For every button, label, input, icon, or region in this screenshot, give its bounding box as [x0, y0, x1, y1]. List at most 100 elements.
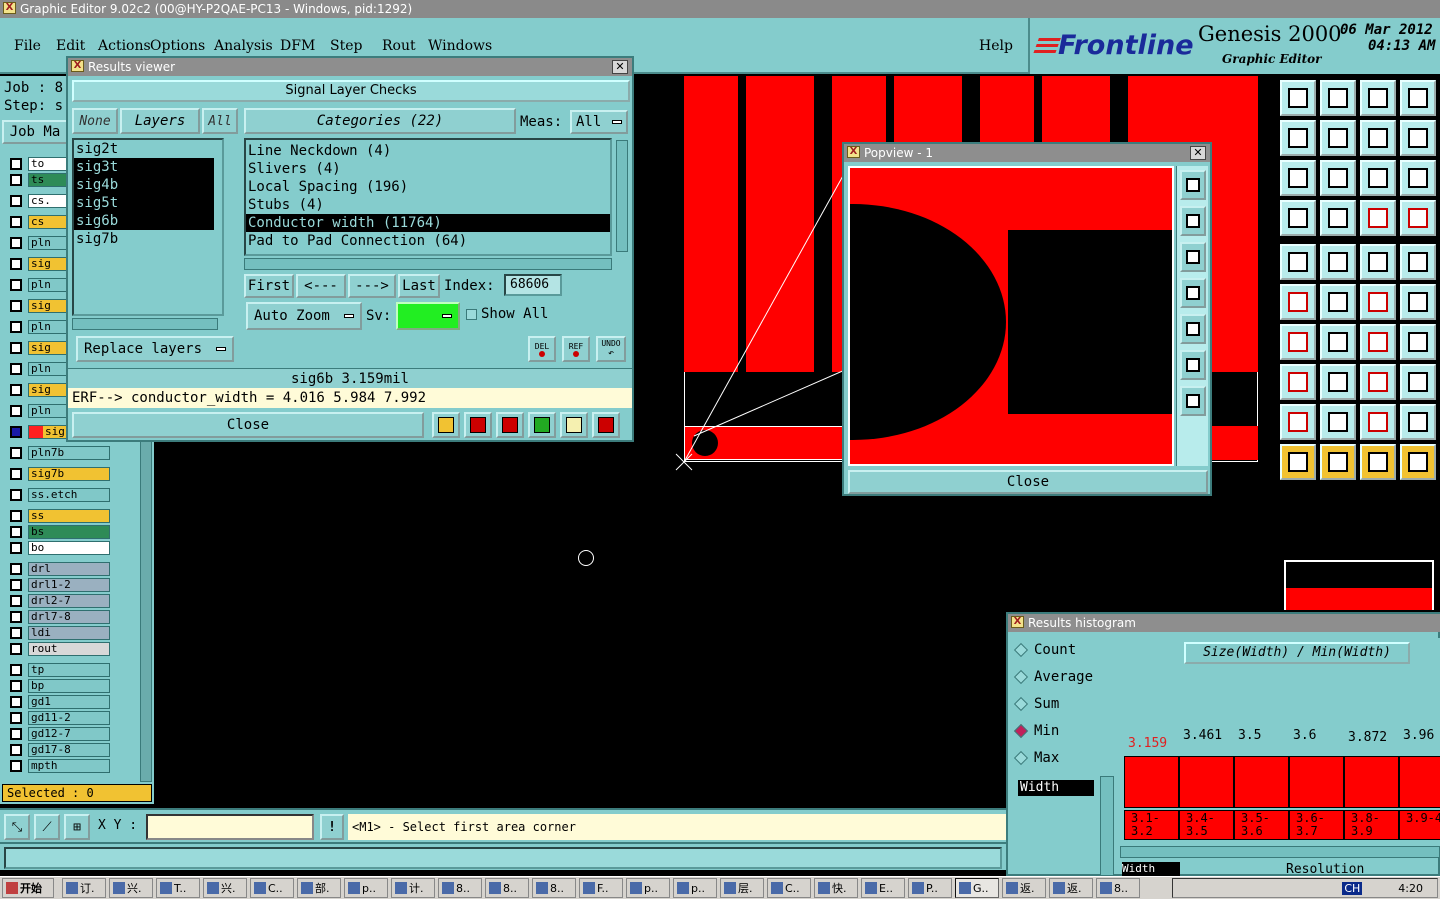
layer-checkbox[interactable] — [10, 321, 22, 333]
taskbar-item[interactable]: 兴. — [109, 878, 153, 898]
diagonal-icon[interactable] — [1320, 324, 1356, 360]
layer-checkbox[interactable] — [10, 744, 22, 756]
taskbar-item[interactable]: 计. — [391, 878, 435, 898]
histogram-field[interactable]: Width — [1018, 780, 1094, 796]
rv-layer-item[interactable]: sig5t — [74, 194, 214, 212]
shapes-icon[interactable] — [1400, 364, 1436, 400]
hist-option-count[interactable]: Count — [1013, 638, 1076, 662]
hist-option-average[interactable]: Average — [1013, 665, 1093, 689]
layer-name[interactable]: gd17-8 — [28, 743, 110, 757]
pan-up-icon[interactable] — [1280, 80, 1316, 116]
layer-checkbox[interactable] — [10, 510, 22, 522]
meas-select[interactable]: All — [570, 110, 628, 134]
histogram-icon[interactable] — [592, 412, 620, 438]
layer-row[interactable]: sig7b — [0, 466, 110, 482]
layer-list-hscroll[interactable] — [72, 318, 218, 330]
popview-close-button[interactable]: Close — [848, 470, 1208, 494]
taskbar-item[interactable]: P.. — [908, 878, 952, 898]
language-indicator[interactable]: CH — [1342, 881, 1363, 895]
taskbar-item[interactable]: F.. — [579, 878, 623, 898]
rv-layer-item[interactable]: sig7b — [74, 230, 222, 248]
taskbar-item[interactable]: 快. — [814, 878, 858, 898]
hist-option-max[interactable]: Max — [1013, 746, 1059, 770]
taskbar-item[interactable]: 兴. — [203, 878, 247, 898]
histogram-hscroll[interactable] — [1120, 846, 1440, 858]
layer-row[interactable]: bp — [0, 678, 110, 694]
taskbar-item[interactable]: C.. — [767, 878, 811, 898]
rv-layer-item[interactable]: sig4b — [74, 176, 214, 194]
taskbar-item[interactable]: 8.. — [438, 878, 482, 898]
category-item[interactable]: Local Spacing (196) — [246, 178, 610, 196]
histogram-bar[interactable] — [1289, 756, 1344, 808]
swap-icon[interactable] — [1400, 120, 1436, 156]
index-field[interactable]: 68606 — [504, 274, 562, 296]
taskbar-item[interactable]: 返. — [1002, 878, 1046, 898]
category-item[interactable]: Slivers (4) — [246, 160, 610, 178]
taskbar-item[interactable]: p.. — [344, 878, 388, 898]
histogram-field-scroll[interactable] — [1100, 776, 1114, 876]
save-icon[interactable] — [1180, 206, 1206, 236]
layer-checkbox[interactable] — [10, 468, 22, 480]
layer-row[interactable]: gd1 — [0, 694, 110, 710]
slash-icon[interactable] — [1320, 244, 1356, 280]
taskbar-item[interactable]: G.. — [955, 878, 999, 898]
category-item[interactable]: Pad to Pad Connection (64) — [246, 232, 610, 250]
popview-canvas[interactable] — [848, 166, 1174, 466]
print-icon[interactable] — [1180, 242, 1206, 272]
histogram-bar[interactable] — [1179, 756, 1234, 808]
layer-name[interactable]: rout — [28, 642, 110, 656]
menu-file[interactable]: File — [14, 38, 41, 54]
layer-checkbox[interactable] — [10, 158, 22, 170]
layers-button[interactable]: Layers — [120, 108, 200, 134]
layer-checkbox[interactable] — [10, 680, 22, 692]
taskbar-item[interactable]: p.. — [626, 878, 670, 898]
layer-row[interactable]: ss — [0, 508, 110, 524]
numbers-icon[interactable] — [528, 412, 556, 438]
layer-checkbox[interactable] — [10, 279, 22, 291]
measure-icon[interactable] — [1360, 364, 1396, 400]
category-item[interactable]: Line Neckdown (4) — [246, 142, 610, 160]
taskbar-item[interactable]: 8.. — [1096, 878, 1140, 898]
taskbar-item[interactable]: T.. — [156, 878, 200, 898]
layer-row[interactable]: ss.etch — [0, 487, 110, 503]
layer-checkbox[interactable] — [10, 237, 22, 249]
peak-icon[interactable] — [1320, 404, 1356, 440]
settings-icon[interactable] — [1280, 200, 1316, 236]
layer-checkbox[interactable] — [10, 563, 22, 575]
xy-input[interactable] — [146, 814, 314, 840]
layer-name[interactable]: tp — [28, 663, 110, 677]
layer-name[interactable]: ldi — [28, 626, 110, 640]
taskbar-item[interactable]: E.. — [861, 878, 905, 898]
report-icon[interactable] — [560, 412, 588, 438]
menu-rout[interactable]: Rout — [382, 38, 416, 54]
zoom-icon[interactable] — [1180, 170, 1206, 200]
layer-row[interactable]: drl7-8 — [0, 609, 110, 625]
line-point2-icon[interactable] — [1400, 284, 1436, 320]
replace-layers-button[interactable]: Replace layers — [76, 336, 234, 362]
minus-icon[interactable] — [1320, 364, 1356, 400]
layer-checkbox[interactable] — [10, 664, 22, 676]
rv-layer-item[interactable]: sig6b — [74, 212, 214, 230]
layer-checkbox[interactable] — [10, 426, 22, 438]
layer-name[interactable]: ss — [28, 509, 110, 523]
info-icon[interactable]: ! — [320, 814, 344, 840]
layer-name[interactable]: gd11-2 — [28, 711, 110, 725]
layer-row[interactable]: rout — [0, 641, 110, 657]
layer-checkbox[interactable] — [10, 728, 22, 740]
layer-checkbox[interactable] — [10, 696, 22, 708]
layer-row[interactable]: gd12-7 — [0, 726, 110, 742]
layer-row[interactable]: gd11-2 — [0, 710, 110, 726]
layer-checkbox[interactable] — [10, 342, 22, 354]
categories-label[interactable]: Categories (22) — [244, 108, 516, 134]
next-button[interactable]: ---> — [348, 274, 396, 298]
layer-checkbox[interactable] — [10, 760, 22, 772]
histogram-bar[interactable] — [1344, 756, 1399, 808]
layer-name[interactable]: bs — [28, 525, 110, 539]
layer-checkbox[interactable] — [10, 216, 22, 228]
node-icon[interactable] — [1280, 284, 1316, 320]
layer-row[interactable]: gd17-8 — [0, 742, 110, 758]
layer-name[interactable]: sig7b — [28, 467, 110, 481]
category-item[interactable]: Stubs (4) — [246, 196, 610, 214]
first-button[interactable]: First — [244, 274, 294, 298]
fit-icon[interactable] — [1180, 350, 1206, 380]
